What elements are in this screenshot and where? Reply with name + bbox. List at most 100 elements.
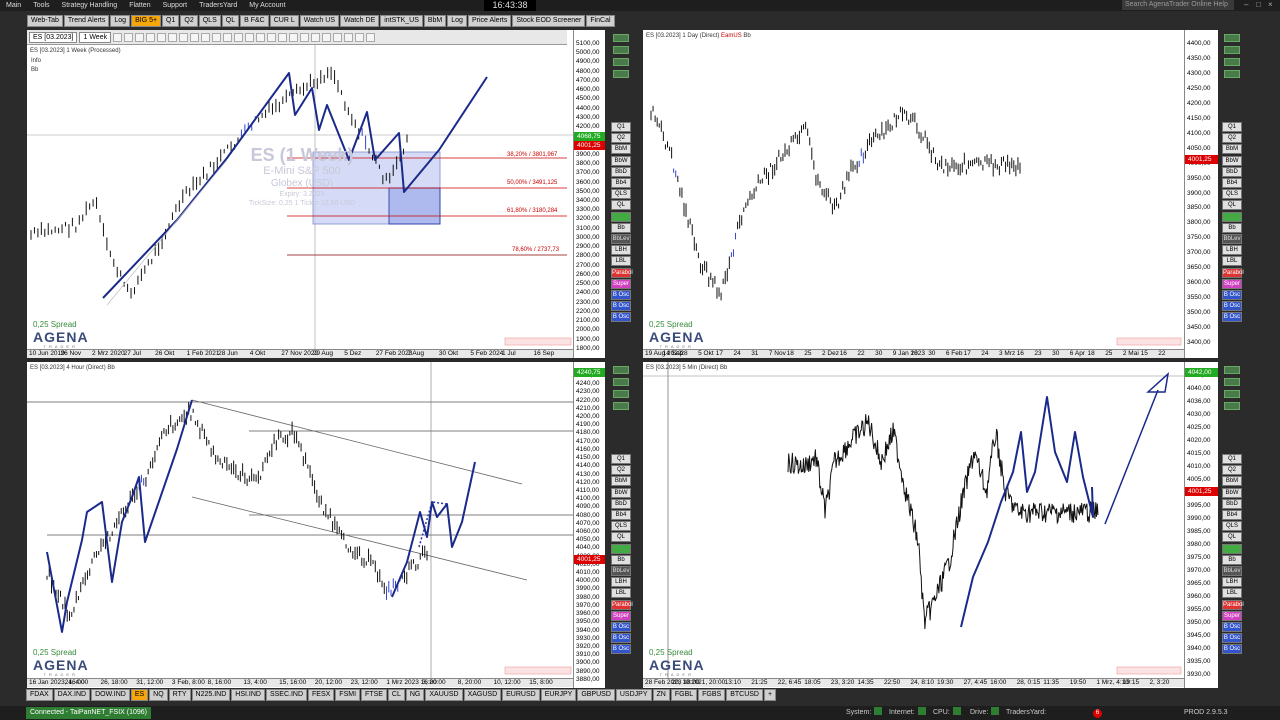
- fib-tool-icon[interactable]: [157, 32, 167, 42]
- 5min-chart-canvas[interactable]: [643, 362, 1184, 688]
- side-button[interactable]: BbLev: [1222, 234, 1242, 244]
- menu-flatten[interactable]: Flatten: [123, 2, 156, 9]
- side-button[interactable]: B Osc: [1222, 290, 1242, 300]
- side-button[interactable]: Super: [1222, 278, 1242, 289]
- side-button[interactable]: BbD: [611, 166, 631, 177]
- side-button[interactable]: BbLev: [1222, 566, 1242, 576]
- indicator-toggle-icon[interactable]: [1224, 390, 1240, 398]
- instrument-tab-fdax[interactable]: FDAX: [26, 689, 53, 701]
- instrument-tab-ng[interactable]: NG: [405, 689, 425, 701]
- tab-price-alerts[interactable]: Price Alerts: [467, 15, 512, 27]
- symbol-selector[interactable]: ES [03.2023]: [29, 31, 78, 43]
- tab-stock-eod-screener[interactable]: Stock EOD Screener: [512, 15, 586, 27]
- side-button[interactable]: B Osc: [611, 301, 631, 312]
- side-button[interactable]: QL: [611, 200, 631, 211]
- tab-bbm[interactable]: BbM: [423, 15, 447, 27]
- instrument-tab--[interactable]: +: [763, 689, 777, 701]
- side-button[interactable]: QL: [1222, 200, 1242, 211]
- indicator-toggle-icon[interactable]: [613, 58, 629, 66]
- menu-my-account[interactable]: My Account: [243, 2, 291, 9]
- side-button[interactable]: LBL: [1222, 588, 1242, 599]
- 4hour-chart-canvas[interactable]: [27, 362, 573, 688]
- tab-log[interactable]: Log: [447, 15, 467, 27]
- menu-tradersyard[interactable]: TradersYard: [193, 2, 243, 9]
- side-button[interactable]: Q2: [1222, 465, 1242, 476]
- time-axis[interactable]: 28 Feb 2023 18:00 20, 10:20 21, 20:00 13:10…: [643, 678, 1184, 687]
- indicator-toggle-icon[interactable]: [613, 70, 629, 78]
- side-button[interactable]: BbM: [1222, 476, 1242, 487]
- side-button[interactable]: QLS: [1222, 521, 1242, 532]
- side-button[interactable]: B Osc: [611, 633, 631, 644]
- time-axis[interactable]: 16 Jan 2023, 16:00 24, 4:00 26, 18:00 31, 1…: [27, 678, 573, 687]
- instrument-tab-hsi-ind[interactable]: HSI.IND: [231, 689, 265, 701]
- help-search-input[interactable]: Search AgenaTrader Online Help: [1122, 0, 1234, 10]
- zoom-icon[interactable]: [190, 32, 200, 42]
- side-button[interactable]: BbM: [611, 144, 631, 155]
- chart-panel-5min[interactable]: ES [03.2023] 5 Min (Direct) Bb 0,25 Spre…: [643, 362, 1184, 688]
- tab-qls[interactable]: QLS: [198, 15, 221, 27]
- instrument-tab-xagusd[interactable]: XAGUSD: [463, 689, 502, 701]
- crosshair-tool-icon[interactable]: [124, 32, 134, 42]
- side-button[interactable]: BbLev: [611, 234, 631, 244]
- indicator-toggle-icon[interactable]: [1224, 46, 1240, 54]
- drawn-trend-line[interactable]: [46, 399, 193, 633]
- minimize-icon[interactable]: –: [1244, 0, 1248, 10]
- maximize-icon[interactable]: □: [1256, 0, 1261, 10]
- side-button[interactable]: BbW: [611, 155, 631, 166]
- scroll-indicator[interactable]: [504, 666, 572, 675]
- sync-icon[interactable]: [322, 32, 332, 42]
- side-button[interactable]: LBH: [611, 245, 631, 256]
- order-icon[interactable]: [234, 32, 244, 42]
- side-button[interactable]: B Osc: [1222, 301, 1242, 312]
- side-button[interactable]: B Osc: [611, 312, 631, 323]
- tab-big-5-[interactable]: BIG 5+: [131, 15, 162, 27]
- indicator-toggle-icon[interactable]: [1224, 366, 1240, 374]
- tab-q2[interactable]: Q2: [180, 15, 198, 27]
- side-button[interactable]: LBH: [611, 577, 631, 588]
- instrument-tab-usdjpy[interactable]: USDJPY: [615, 689, 652, 701]
- tab-intstk-us[interactable]: intSTK_US: [380, 15, 423, 27]
- side-button[interactable]: BbD: [611, 498, 631, 509]
- indicator-toggle-icon[interactable]: [613, 378, 629, 386]
- indicator-toggle-icon[interactable]: [1224, 402, 1240, 410]
- tab-fincal[interactable]: FinCal: [586, 15, 615, 27]
- side-button[interactable]: Q2: [611, 465, 631, 476]
- side-button[interactable]: BbD: [1222, 166, 1242, 177]
- indicator-toggle-icon[interactable]: [613, 402, 629, 410]
- side-button[interactable]: BbM: [1222, 144, 1242, 155]
- instrument-tab-gbpusd[interactable]: GBPUSD: [577, 689, 615, 701]
- time-axis[interactable]: 19 Aug 2022 14 Sep 28 5 Okt 17 24 31 7 Nov 18 25 2…: [643, 349, 1184, 358]
- scroll-indicator[interactable]: [504, 337, 572, 346]
- tab-trend-alerts[interactable]: Trend Alerts: [63, 15, 110, 27]
- side-button[interactable]: QL: [611, 532, 631, 543]
- indicator-icon[interactable]: [201, 32, 211, 42]
- instrument-tab-ssec-ind[interactable]: SSEC.IND: [265, 689, 307, 701]
- scroll-indicator[interactable]: [1116, 337, 1182, 346]
- daily-chart-canvas[interactable]: [643, 30, 1184, 358]
- rectangle-tool-icon[interactable]: [168, 32, 178, 42]
- side-button[interactable]: Q2: [611, 133, 631, 144]
- side-button[interactable]: [1222, 543, 1242, 554]
- indicator-toggle-icon[interactable]: [1224, 34, 1240, 42]
- side-button[interactable]: Super: [611, 278, 631, 289]
- side-button[interactable]: Q1: [611, 122, 631, 132]
- side-button[interactable]: B Osc: [1222, 622, 1242, 632]
- price-axis-4hour[interactable]: 4250,004240,004230,004220,004210,004200,…: [573, 362, 605, 688]
- price-axis-5min[interactable]: 4050,004040,004036,004030,004025,004020,…: [1184, 362, 1218, 688]
- alert-icon[interactable]: [223, 32, 233, 42]
- trend-line-thin[interactable]: [106, 159, 228, 306]
- template-icon[interactable]: [212, 32, 222, 42]
- side-button[interactable]: B Osc: [611, 622, 631, 632]
- instrument-tab-dow-ind[interactable]: DOW.IND: [91, 689, 130, 701]
- side-button[interactable]: [611, 543, 631, 554]
- tab-watch-de[interactable]: Watch DE: [339, 15, 380, 27]
- side-button[interactable]: LBL: [611, 588, 631, 599]
- time-axis[interactable]: 10 Jun 2019 26 Nov 2 Mrz 2020 27 Jul 26 Okt 1…: [27, 349, 573, 358]
- tab-b-f-c[interactable]: B F&C: [240, 15, 269, 27]
- instrument-tab-fgbs[interactable]: FGBS: [698, 689, 726, 701]
- side-button[interactable]: B Osc: [1222, 633, 1242, 644]
- arrow-head[interactable]: [1146, 372, 1170, 393]
- side-button[interactable]: QL: [1222, 532, 1242, 543]
- side-button[interactable]: [611, 211, 631, 222]
- side-button[interactable]: Parabol: [1222, 267, 1244, 278]
